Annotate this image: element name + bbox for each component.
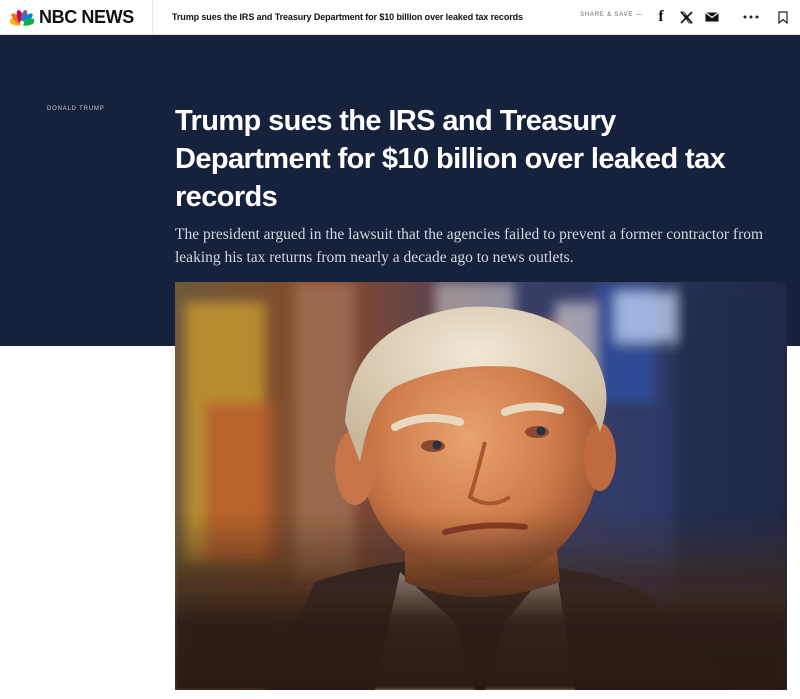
logo-text: NBC NEWS — [39, 6, 134, 27]
article-photo — [175, 282, 787, 690]
facebook-icon[interactable]: f — [654, 7, 668, 27]
x-icon[interactable] — [678, 7, 694, 27]
mail-icon[interactable] — [704, 7, 720, 27]
share-save-label: SHARE & SAVE — — [580, 12, 643, 18]
bookmark-icon[interactable] — [776, 7, 790, 27]
divider — [152, 0, 153, 34]
top-bar: NBC NEWS Trump sues the IRS and Treasury… — [0, 0, 800, 35]
sticky-headline: Trump sues the IRS and Treasury Departme… — [172, 12, 523, 22]
more-icon[interactable] — [740, 7, 762, 27]
section-label[interactable]: DONALD TRUMP — [47, 106, 105, 112]
peacock-icon — [10, 9, 34, 26]
article-title: Trump sues the IRS and Treasury Departme… — [175, 105, 726, 213]
article-dek: The president argued in the lawsuit that… — [175, 226, 764, 266]
nbc-news-logo[interactable]: NBC NEWS — [10, 0, 134, 34]
